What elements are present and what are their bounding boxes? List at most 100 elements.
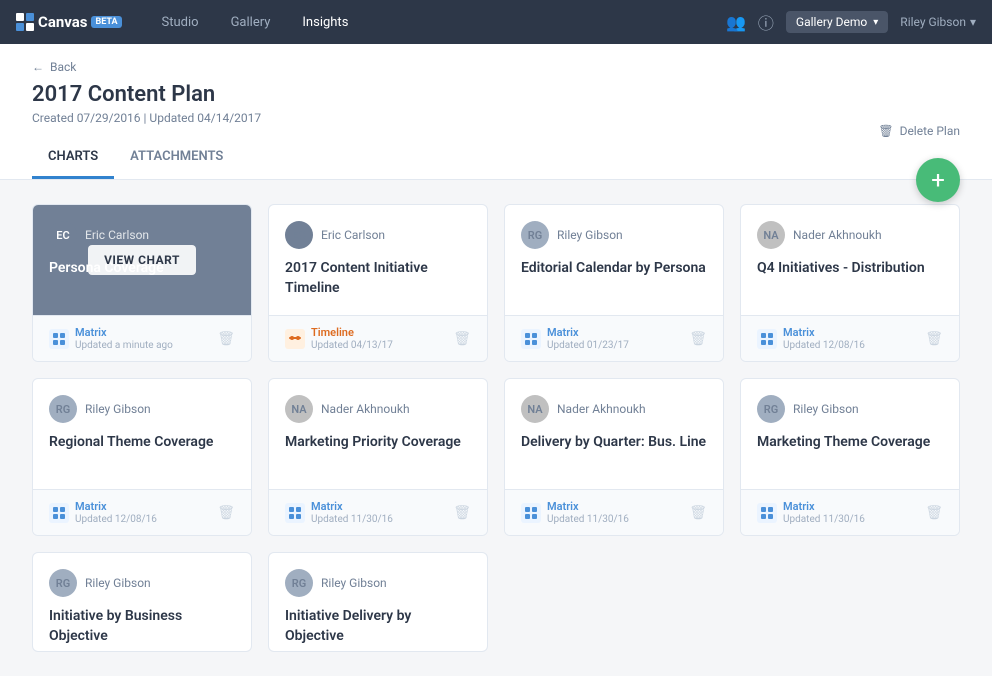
type-label: Matrix — [547, 500, 629, 513]
updated-label: Updated 11/30/16 — [547, 514, 629, 525]
page-meta: Created 07/29/2016 | Updated 04/14/2017 — [32, 111, 960, 125]
chart-card[interactable]: EC Eric Carlson 2017 Content Initiative … — [268, 204, 488, 362]
card-body: RG Riley Gibson Editorial Calendar by Pe… — [505, 205, 723, 315]
card-title: Marketing Theme Coverage — [757, 433, 943, 453]
page-header: ← Back 2017 Content Plan Created 07/29/2… — [0, 44, 992, 180]
chart-type-info: Matrix Updated a minute ago — [75, 326, 173, 351]
card-author: RG Riley Gibson — [285, 569, 471, 597]
chart-card[interactable]: EC Eric Carlson Persona Coverage VIEW CH… — [32, 204, 252, 362]
delete-card-button[interactable]: 🗑 — [453, 331, 471, 347]
delete-card-button[interactable]: 🗑 — [217, 505, 235, 521]
chart-card[interactable]: NA Nader Akhnoukh Q4 Initiatives - Distr… — [740, 204, 960, 362]
tab-charts[interactable]: CHARTS — [32, 141, 114, 179]
card-overlay: VIEW CHART — [33, 205, 251, 315]
chart-card[interactable]: NA Nader Akhnoukh Delivery by Quarter: B… — [504, 378, 724, 536]
matrix-icon — [757, 503, 777, 523]
delete-plan-button[interactable]: 🗑 Delete Plan — [878, 124, 960, 138]
updated-label: Updated a minute ago — [75, 340, 173, 351]
updated-label: Updated 04/13/17 — [311, 340, 393, 351]
avatar: RG — [521, 221, 549, 249]
card-body: EC Eric Carlson Persona Coverage VIEW CH… — [33, 205, 251, 315]
nav-links: Studio Gallery Insights — [146, 0, 726, 44]
card-author: NA Nader Akhnoukh — [521, 395, 707, 423]
card-title: Editorial Calendar by Persona — [521, 259, 707, 279]
card-footer: Matrix Updated 01/23/17 🗑 — [505, 315, 723, 361]
author-name: Riley Gibson — [793, 402, 859, 416]
card-footer: Matrix Updated 12/08/16 🗑 — [741, 315, 959, 361]
delete-card-button[interactable]: 🗑 — [217, 331, 235, 347]
users-icon[interactable]: 👥 — [726, 13, 746, 32]
card-title: Q4 Initiatives - Distribution — [757, 259, 943, 279]
author-name: Nader Akhnoukh — [557, 402, 646, 416]
author-name: Riley Gibson — [557, 228, 623, 242]
author-name: Nader Akhnoukh — [321, 402, 410, 416]
delete-card-button[interactable]: 🗑 — [925, 331, 943, 347]
add-chart-button[interactable]: + — [916, 158, 960, 202]
author-name: Nader Akhnoukh — [793, 228, 882, 242]
card-title: Initiative Delivery by Objective — [285, 607, 471, 646]
gallery-demo-chevron: ▾ — [873, 17, 878, 28]
chart-card[interactable]: NA Nader Akhnoukh Marketing Priority Cov… — [268, 378, 488, 536]
avatar: EC — [285, 221, 313, 249]
chart-card[interactable]: RG Riley Gibson Regional Theme Coverage … — [32, 378, 252, 536]
author-name: Riley Gibson — [85, 402, 151, 416]
timeline-icon — [285, 329, 305, 349]
delete-card-button[interactable]: 🗑 — [689, 331, 707, 347]
logo-text: Canvas — [38, 13, 87, 31]
back-label: Back — [50, 60, 76, 74]
author-name: Riley Gibson — [85, 576, 151, 590]
delete-plan-label: Delete Plan — [900, 124, 960, 138]
type-label: Matrix — [783, 326, 865, 339]
author-name: Riley Gibson — [321, 576, 387, 590]
page-title: 2017 Content Plan — [32, 82, 960, 107]
card-footer: Matrix Updated 11/30/16 🗑 — [505, 489, 723, 535]
card-body: EC Eric Carlson 2017 Content Initiative … — [269, 205, 487, 315]
chart-type: Timeline Updated 04/13/17 — [285, 326, 393, 351]
avatar: RG — [757, 395, 785, 423]
back-arrow-icon: ← — [32, 60, 44, 74]
updated-label: Updated 12/08/16 — [75, 514, 157, 525]
card-footer: Matrix Updated a minute ago 🗑 — [33, 315, 251, 361]
content-area: + EC Eric Carlson Persona Coverage VIEW … — [0, 180, 992, 676]
chart-card[interactable]: RG Riley Gibson Initiative Delivery by O… — [268, 552, 488, 652]
chart-type: Matrix Updated 12/08/16 — [49, 500, 157, 525]
nav-gallery[interactable]: Gallery — [215, 0, 287, 44]
tab-attachments[interactable]: ATTACHMENTS — [114, 141, 239, 179]
matrix-icon — [521, 329, 541, 349]
card-body: NA Nader Akhnoukh Delivery by Quarter: B… — [505, 379, 723, 489]
chart-card[interactable]: RG Riley Gibson Marketing Theme Coverage… — [740, 378, 960, 536]
chart-type: Matrix Updated 12/08/16 — [757, 326, 865, 351]
type-label: Matrix — [75, 326, 173, 339]
trash-icon: 🗑 — [878, 124, 893, 138]
avatar: RG — [49, 569, 77, 597]
matrix-icon — [285, 503, 305, 523]
chart-card[interactable]: RG Riley Gibson Editorial Calendar by Pe… — [504, 204, 724, 362]
gallery-demo-selector[interactable]: Gallery Demo ▾ — [786, 11, 888, 33]
avatar: RG — [49, 395, 77, 423]
chart-type-info: Matrix Updated 11/30/16 — [783, 500, 865, 525]
card-body: NA Nader Akhnoukh Marketing Priority Cov… — [269, 379, 487, 489]
delete-card-button[interactable]: 🗑 — [689, 505, 707, 521]
info-icon[interactable]: ⓘ — [758, 10, 774, 34]
updated-label: Updated 11/30/16 — [311, 514, 393, 525]
card-footer: Timeline Updated 04/13/17 🗑 — [269, 315, 487, 361]
chart-type-info: Matrix Updated 12/08/16 — [783, 326, 865, 351]
delete-card-button[interactable]: 🗑 — [453, 505, 471, 521]
avatar: NA — [521, 395, 549, 423]
delete-card-button[interactable]: 🗑 — [925, 505, 943, 521]
beta-badge: BETA — [91, 16, 121, 28]
matrix-icon — [521, 503, 541, 523]
nav-studio[interactable]: Studio — [146, 0, 215, 44]
user-menu[interactable]: Riley Gibson ▾ — [900, 15, 976, 29]
logo[interactable]: Canvas BETA — [16, 13, 122, 31]
avatar: NA — [285, 395, 313, 423]
chart-type: Matrix Updated 11/30/16 — [757, 500, 865, 525]
view-chart-button[interactable]: VIEW CHART — [88, 245, 196, 275]
nav-insights[interactable]: Insights — [286, 0, 364, 44]
type-label: Matrix — [547, 326, 629, 339]
matrix-icon — [49, 503, 69, 523]
chart-card[interactable]: RG Riley Gibson Initiative by Business O… — [32, 552, 252, 652]
type-label: Matrix — [311, 500, 393, 513]
card-author: RG Riley Gibson — [757, 395, 943, 423]
back-button[interactable]: ← Back — [32, 60, 960, 74]
